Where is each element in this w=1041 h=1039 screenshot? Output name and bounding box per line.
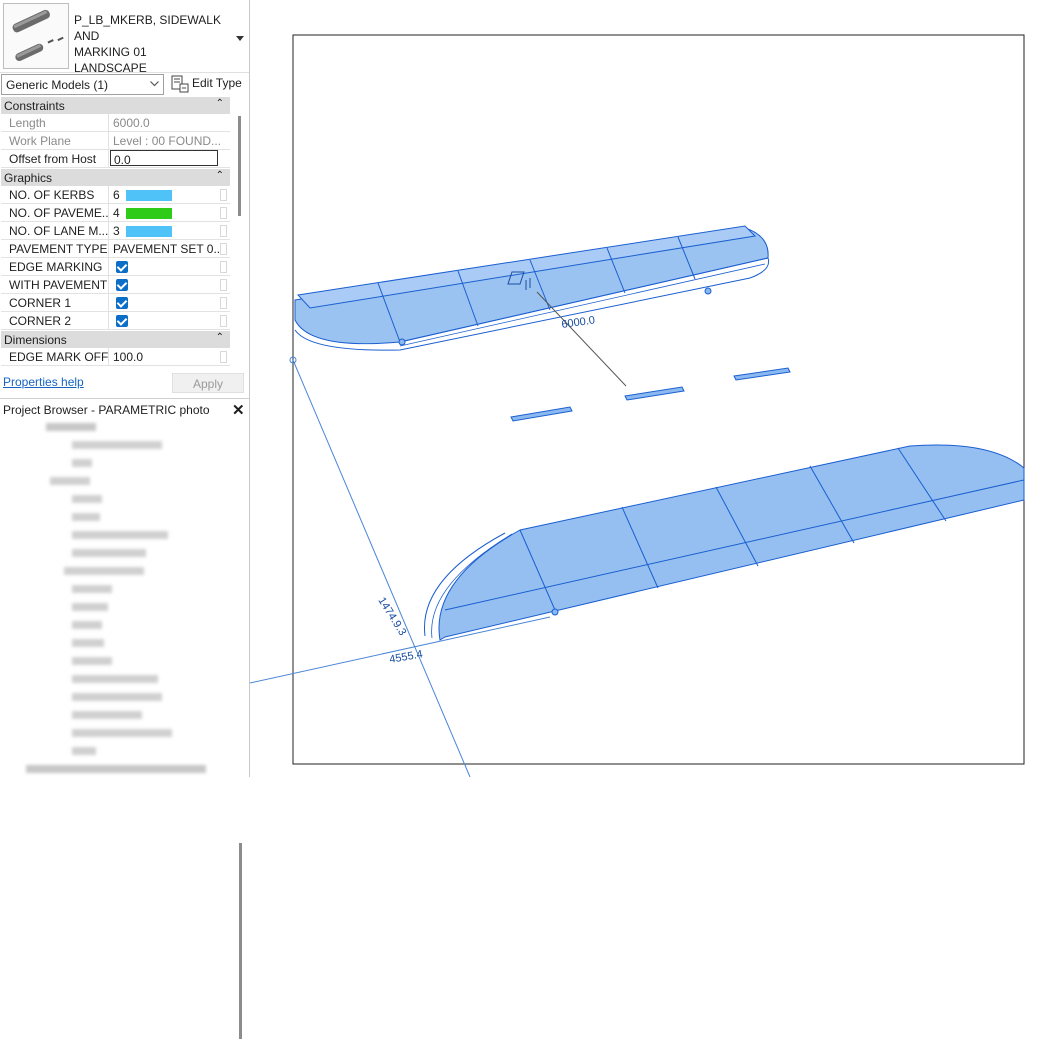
prop-value: 3 [113, 224, 120, 238]
prop-value: Level : 00 FOUND... [113, 134, 220, 148]
edit-type-button[interactable]: Edit Type [170, 74, 246, 95]
close-icon[interactable]: ✕ [232, 401, 245, 419]
prop-row-corner-2[interactable]: CORNER 2 [1, 312, 230, 330]
group-label: Graphics [4, 171, 53, 185]
instance-filter-label: Generic Models (1) [6, 78, 109, 92]
project-browser: Project Browser - PARAMETRIC photo ✕ [0, 398, 249, 1039]
associate-param-button[interactable] [220, 279, 227, 291]
edit-type-icon [171, 75, 189, 93]
type-name: P_LB_MKERB, SIDEWALK AND MARKING 01 LAND… [74, 13, 221, 75]
project-browser-scrollbar[interactable] [239, 843, 242, 1039]
family-thumbnail [3, 3, 69, 69]
prop-value-cell [110, 294, 220, 311]
3d-viewport[interactable]: 6000.0 1474.9.3 4555.4 [250, 0, 1041, 777]
instance-filter-dropdown[interactable]: Generic Models (1) [1, 74, 164, 95]
prop-value: 6 [113, 188, 120, 202]
property-grid: Constraints ⌃ Length 6000.0 Work Plane L… [1, 97, 238, 367]
properties-help-link[interactable]: Properties help [3, 375, 84, 389]
prop-value-cell[interactable]: 6 [110, 186, 220, 203]
prop-value-cell[interactable]: 4 [110, 204, 220, 221]
prop-key: NO. OF KERBS [1, 186, 109, 203]
prop-row-kerbs[interactable]: NO. OF KERBS 6 [1, 186, 230, 204]
collapse-icon[interactable]: ⌃ [216, 332, 224, 343]
group-graphics[interactable]: Graphics ⌃ [1, 169, 230, 186]
prop-row-pavement-type[interactable]: PAVEMENT TYPE... PAVEMENT SET 0... [1, 240, 230, 258]
corner-2-checkbox[interactable] [116, 315, 128, 327]
apply-button[interactable]: Apply [172, 373, 244, 393]
group-label: Dimensions [4, 333, 67, 347]
prop-value[interactable]: PAVEMENT SET 0... [110, 240, 220, 257]
project-browser-title: Project Browser - PARAMETRIC photo [3, 403, 210, 417]
associate-param-button[interactable] [220, 243, 227, 255]
highlight-swatch [125, 190, 172, 202]
prop-value-cell[interactable]: 3 [110, 222, 220, 239]
associate-param-button[interactable] [220, 207, 227, 219]
prop-row-corner-1[interactable]: CORNER 1 [1, 294, 230, 312]
prop-key: Length [1, 114, 109, 131]
prop-row-edge-marking[interactable]: EDGE MARKING [1, 258, 230, 276]
group-label: Constraints [4, 99, 65, 113]
prop-row-pavements[interactable]: NO. OF PAVEME... 4 [1, 204, 230, 222]
corner-1-checkbox[interactable] [116, 297, 128, 309]
prop-key: EDGE MARKING [1, 258, 109, 275]
prop-key: NO. OF LANE M... [1, 222, 109, 239]
associate-param-button[interactable] [220, 351, 227, 363]
prop-value: 6000.0 [113, 116, 150, 130]
collapse-icon[interactable]: ⌃ [216, 98, 224, 109]
offset-input[interactable]: 0.0 [110, 150, 218, 166]
chevron-down-icon[interactable] [235, 33, 245, 43]
associate-param-button[interactable] [220, 225, 227, 237]
prop-row-lane-markings[interactable]: NO. OF LANE M... 3 [1, 222, 230, 240]
prop-value-cell [110, 258, 220, 275]
properties-scrollbar[interactable] [238, 116, 241, 216]
with-pavement-checkbox[interactable] [116, 279, 128, 291]
associate-param-button[interactable] [220, 261, 227, 273]
highlight-swatch [125, 226, 172, 238]
prop-key: WITH PAVEMENT [1, 276, 109, 293]
prop-row-edge-mark-offset[interactable]: EDGE MARK OFF... 100.0 [1, 348, 230, 366]
prop-row-work-plane: Work Plane Level : 00 FOUND... [1, 132, 230, 150]
prop-key: CORNER 2 [1, 312, 109, 329]
project-browser-tree[interactable] [0, 421, 233, 778]
highlight-swatch [125, 208, 172, 220]
prop-key: Offset from Host [1, 150, 109, 167]
prop-key: EDGE MARK OFF... [1, 348, 109, 365]
prop-value[interactable]: 100.0 [110, 348, 220, 365]
prop-row-with-pavement[interactable]: WITH PAVEMENT [1, 276, 230, 294]
edit-type-label: Edit Type [192, 76, 242, 90]
associate-param-button[interactable] [220, 315, 227, 327]
prop-key: PAVEMENT TYPE... [1, 240, 109, 257]
prop-key: Work Plane [1, 132, 109, 149]
collapse-icon[interactable]: ⌃ [216, 170, 224, 181]
prop-row-length: Length 6000.0 [1, 114, 230, 132]
prop-value: 4 [113, 206, 120, 220]
associate-param-button[interactable] [220, 189, 227, 201]
prop-row-offset: Offset from Host 0.0 [1, 150, 230, 168]
type-selector[interactable]: P_LB_MKERB, SIDEWALK AND MARKING 01 LAND… [0, 0, 249, 75]
associate-param-button[interactable] [220, 297, 227, 309]
prop-key: NO. OF PAVEME... [1, 204, 109, 221]
edge-marking-checkbox[interactable] [116, 261, 128, 273]
group-constraints[interactable]: Constraints ⌃ [1, 97, 230, 114]
prop-key: CORNER 1 [1, 294, 109, 311]
prop-value-cell [110, 276, 220, 293]
prop-value-cell [110, 312, 220, 329]
chevron-down-icon [150, 81, 159, 87]
properties-palette: P_LB_MKERB, SIDEWALK AND MARKING 01 LAND… [0, 0, 250, 1039]
model-canvas[interactable]: 6000.0 1474.9.3 4555.4 [250, 0, 1041, 777]
properties-footer: Properties help Apply [0, 372, 249, 396]
group-dimensions[interactable]: Dimensions ⌃ [1, 331, 230, 348]
